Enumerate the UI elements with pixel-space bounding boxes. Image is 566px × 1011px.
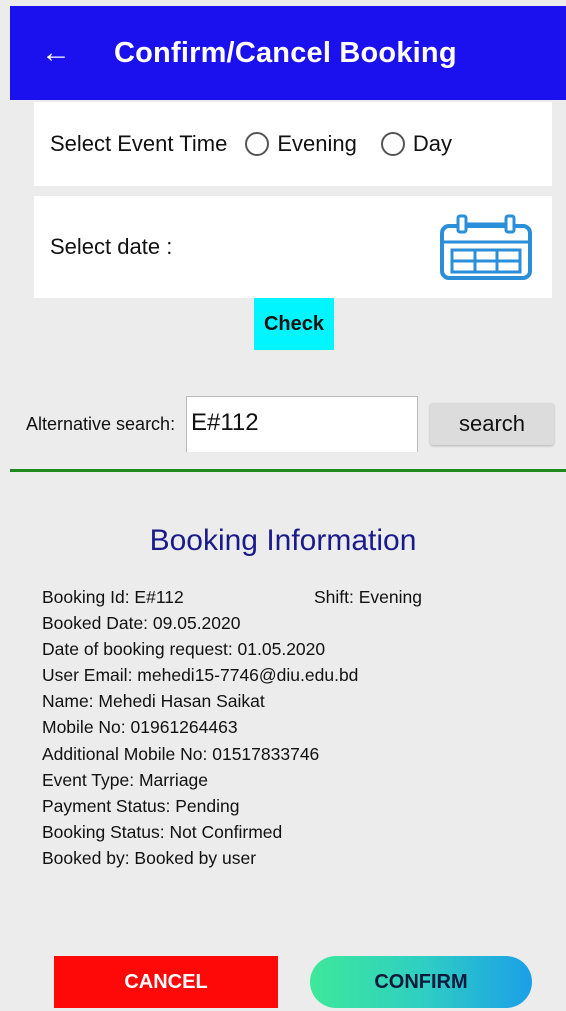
booking-id: Booking Id: E#112	[42, 587, 184, 607]
radio-circle-icon[interactable]	[380, 132, 405, 156]
booking-shift: Shift: Evening	[314, 587, 422, 607]
mobile-number: Mobile No: 01961264463	[42, 717, 238, 738]
search-button[interactable]: search	[430, 403, 554, 445]
payment-status: Payment Status: Pending	[42, 795, 240, 816]
radio-circle-icon[interactable]	[245, 132, 270, 156]
back-arrow-icon[interactable]: ←	[38, 35, 74, 71]
radio-evening-label: Evening	[277, 131, 357, 156]
booking-status: Booking Status: Not Confirmed	[42, 821, 283, 842]
user-email: User Email: mehedi15-7746@diu.edu.bd	[42, 665, 359, 686]
radio-day[interactable]: Day	[380, 131, 452, 157]
event-time-label: Select Event Time	[50, 131, 228, 156]
alternative-search-label: Alternative search:	[26, 414, 176, 434]
radio-evening[interactable]: Evening	[245, 131, 357, 157]
divider	[10, 469, 566, 472]
booking-info-title: Booking Information	[149, 524, 417, 557]
booked-by: Booked by: Booked by user	[42, 847, 257, 868]
booking-request-date: Date of booking request: 01.05.2020	[42, 639, 326, 660]
confirm-button[interactable]: CONFIRM	[310, 956, 532, 1008]
check-button[interactable]: Check	[254, 298, 334, 350]
event-type: Event Type: Marriage	[42, 769, 209, 790]
cancel-button[interactable]: CANCEL	[54, 956, 278, 1008]
app-bar: ← Confirm/Cancel Booking	[10, 6, 566, 100]
user-name: Name: Mehedi Hasan Saikat	[42, 691, 265, 712]
date-card: Select date :	[34, 196, 552, 298]
booked-date: Booked Date: 09.05.2020	[42, 613, 241, 634]
calendar-icon[interactable]	[438, 214, 534, 280]
booking-info: Booking Id: E#112 Shift: Evening Booked …	[42, 584, 542, 871]
radio-day-label: Day	[412, 131, 452, 156]
additional-mobile-number: Additional Mobile No: 01517833746	[42, 743, 320, 764]
event-time-card: Select Event Time Evening Day	[34, 102, 552, 186]
select-date-label: Select date :	[50, 234, 173, 259]
alternative-search-input[interactable]: E#112	[186, 396, 418, 452]
page-title: Confirm/Cancel Booking	[114, 36, 457, 69]
